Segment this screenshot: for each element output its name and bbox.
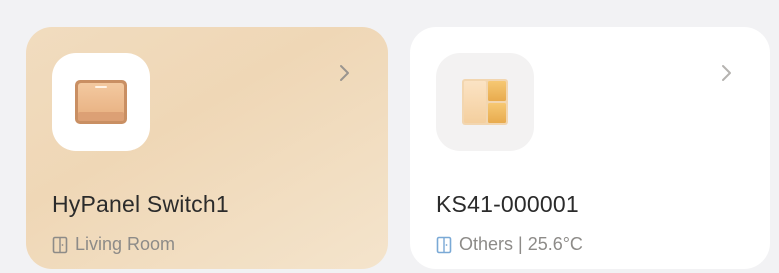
device-location: Others | 25.6°C [436,234,583,255]
device-card-hypanel-switch1[interactable]: HyPanel Switch1 Living Room [26,27,388,269]
device-name: KS41-000001 [436,191,579,217]
device-icon-tile [436,53,534,151]
device-icon-tile [52,53,150,151]
device-grid: HyPanel Switch1 Living Room KS41-000001 … [0,0,779,273]
device-location: Living Room [52,234,175,255]
chevron-right-icon[interactable] [334,63,354,83]
device-room-label: Living Room [75,234,176,254]
device-room-label: Others | 25.6°C [459,234,583,254]
device-card-ks41-000001[interactable]: KS41-000001 Others | 25.6°C [410,27,770,269]
dual-panel-switch-icon [462,79,508,125]
chevron-right-icon[interactable] [716,63,736,83]
wall-switch-icon [75,80,127,124]
door-icon [436,236,452,253]
device-name: HyPanel Switch1 [52,191,229,217]
door-icon [52,236,68,253]
